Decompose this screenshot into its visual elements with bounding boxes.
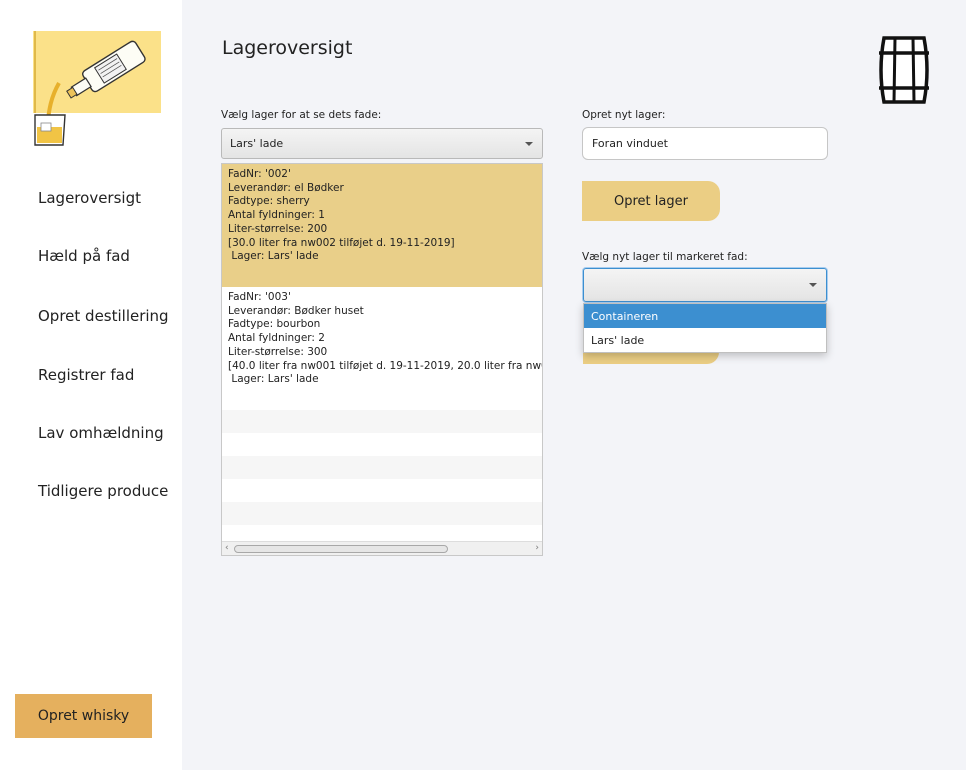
sidebar-item-haeld-paa-fad[interactable]: Hæld på fad [38, 247, 130, 265]
chevron-down-icon [809, 283, 817, 287]
sidebar-item-registrer-fad[interactable]: Registrer fad [38, 366, 134, 384]
cask-contents: [40.0 liter fra nw001 tilføjet d. 19-11-… [228, 359, 542, 372]
empty-row [222, 479, 542, 502]
empty-row [222, 433, 542, 456]
cask-fadnr: FadNr: '002' [228, 168, 291, 180]
empty-row [222, 502, 542, 525]
chevron-down-icon [525, 141, 533, 146]
warehouse-dropdown-menu: Containeren Lars' lade [583, 303, 827, 353]
sidebar-item-tidligere-produce[interactable]: Tidligere produce [38, 482, 168, 500]
cask-fill-count: Antal fyldninger: 1 [228, 209, 325, 222]
new-warehouse-label: Opret nyt lager: [582, 109, 666, 121]
warehouse-select-label: Vælg lager for at se dets fade: [221, 109, 382, 121]
cask-contents: [30.0 liter fra nw002 tilføjet d. 19-11-… [228, 236, 455, 249]
scroll-right-icon[interactable]: › [535, 543, 539, 553]
empty-row [222, 410, 542, 433]
sidebar: Lageroversigt Hæld på fad Opret destille… [0, 0, 182, 770]
whisky-pour-logo [33, 31, 161, 146]
sidebar-item-lageroversigt[interactable]: Lageroversigt [38, 189, 141, 207]
dropdown-option-containeren[interactable]: Containeren [584, 304, 826, 328]
scrollbar-thumb[interactable] [234, 545, 448, 553]
move-warehouse-label: Vælg nyt lager til markeret fad: [582, 251, 748, 263]
cask-fill-count: Antal fyldninger: 2 [228, 332, 325, 345]
empty-row [222, 456, 542, 479]
sidebar-item-lav-omhaeldning[interactable]: Lav omhældning [38, 424, 164, 442]
create-warehouse-button[interactable]: Opret lager [582, 181, 720, 221]
scroll-left-icon[interactable]: ‹ [225, 543, 229, 553]
cask-warehouse: Lager: Lars' lade [228, 250, 319, 263]
cask-warehouse: Lager: Lars' lade [228, 373, 319, 386]
cask-supplier: Leverandør: el Bødker [228, 181, 344, 194]
new-warehouse-select[interactable] [583, 268, 827, 302]
sidebar-item-opret-destillering[interactable]: Opret destillering [38, 307, 169, 325]
new-warehouse-input[interactable] [582, 127, 828, 160]
cask-fadnr: FadNr: '003' [228, 291, 291, 303]
dropdown-option-lars-lade[interactable]: Lars' lade [584, 328, 826, 352]
barrel-icon [879, 36, 929, 104]
cask-supplier: Leverandør: Bødker huset [228, 304, 364, 317]
page-title: Lageroversigt [222, 37, 353, 59]
cask-list-item[interactable]: FadNr: '003' Leverandør: Bødker huset Fa… [222, 287, 542, 410]
cask-list-item[interactable]: FadNr: '002' Leverandør: el Bødker Fadty… [222, 164, 542, 287]
cask-size: Liter-størrelse: 300 [228, 345, 328, 358]
opret-whisky-button[interactable]: Opret whisky [15, 694, 152, 738]
cask-type: Fadtype: bourbon [228, 318, 321, 331]
warehouse-select[interactable]: Lars' lade [221, 128, 543, 159]
cask-list[interactable]: FadNr: '002' Leverandør: el Bødker Fadty… [221, 163, 543, 556]
warehouse-select-value: Lars' lade [230, 137, 284, 150]
horizontal-scrollbar[interactable]: ‹ › [222, 541, 542, 555]
cask-size: Liter-størrelse: 200 [228, 222, 328, 235]
cask-type: Fadtype: sherry [228, 195, 310, 208]
